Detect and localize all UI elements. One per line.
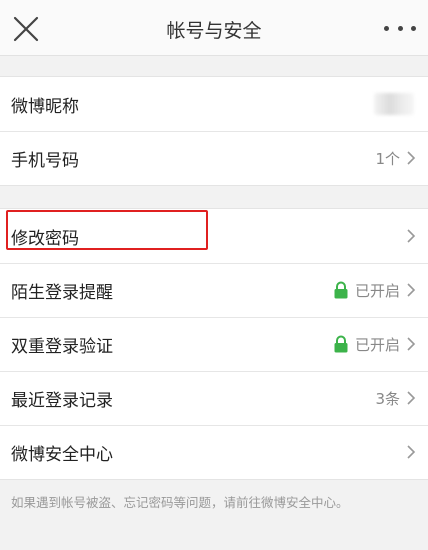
more-options-icon[interactable]	[384, 18, 416, 38]
row-label: 微博安全中心	[11, 444, 113, 465]
row-label: 双重登录验证	[11, 336, 113, 357]
nav-bar: 帐号与安全	[0, 0, 428, 56]
row-change-password[interactable]: 修改密码	[0, 209, 428, 263]
chevron-right-icon	[407, 391, 416, 405]
account-info-group: 微博昵称 手机号码 1个	[0, 76, 428, 186]
blurred-nickname	[374, 93, 414, 115]
row-two-step-verification[interactable]: 双重登录验证 已开启	[0, 317, 428, 371]
row-weibo-nickname[interactable]: 微博昵称	[0, 77, 428, 131]
security-group: 修改密码 陌生登录提醒 已开启 双重登录验证 已开启 最近登录记录 3条 微博安…	[0, 208, 428, 480]
lock-icon	[334, 281, 348, 299]
row-value: 3条	[375, 389, 400, 408]
chevron-right-icon	[407, 229, 416, 243]
chevron-right-icon	[407, 151, 416, 165]
row-phone-number[interactable]: 手机号码 1个	[0, 131, 428, 185]
row-value: 已开启	[354, 281, 400, 300]
row-unfamiliar-login-alert[interactable]: 陌生登录提醒 已开启	[0, 263, 428, 317]
row-value: 1个	[375, 149, 400, 168]
row-label: 修改密码	[11, 228, 79, 249]
chevron-right-icon	[407, 445, 416, 459]
row-label: 手机号码	[11, 150, 79, 171]
lock-icon	[334, 335, 348, 353]
chevron-right-icon	[407, 283, 416, 297]
row-security-center[interactable]: 微博安全中心	[0, 425, 428, 479]
row-label: 微博昵称	[11, 96, 79, 117]
row-label: 陌生登录提醒	[11, 282, 113, 303]
row-label: 最近登录记录	[11, 390, 113, 411]
page-title: 帐号与安全	[166, 20, 262, 42]
chevron-right-icon	[407, 337, 416, 351]
footer-note: 如果遇到帐号被盗、忘记密码等问题，请前往微博安全中心。	[11, 495, 349, 510]
row-value: 已开启	[354, 335, 400, 354]
row-recent-login-records[interactable]: 最近登录记录 3条	[0, 371, 428, 425]
